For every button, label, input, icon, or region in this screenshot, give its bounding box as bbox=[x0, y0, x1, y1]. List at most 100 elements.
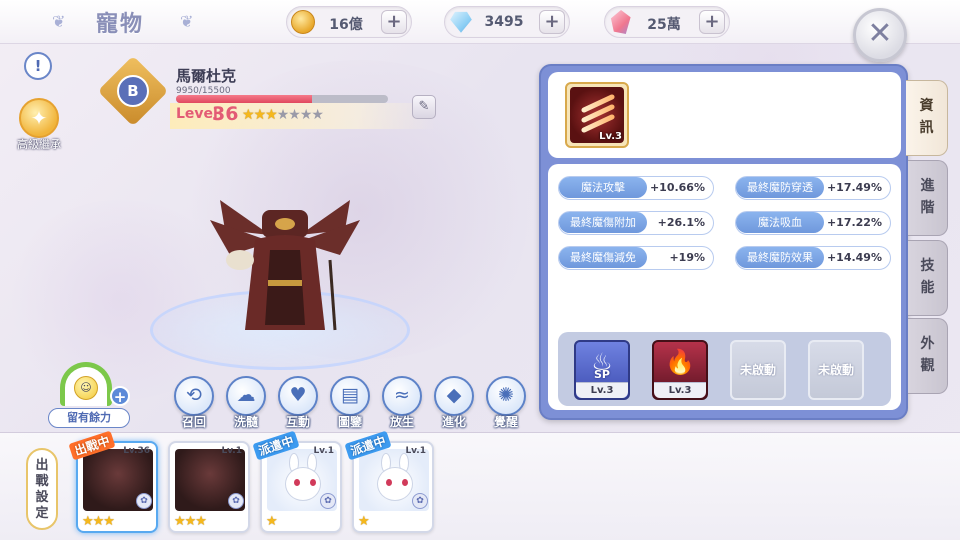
pet-slot[interactable]: Lv.1 ✿ ★ 派遣中 bbox=[344, 430, 434, 533]
star-rating: ★★★★★★★ bbox=[242, 107, 324, 123]
heart-icon: ♥ bbox=[278, 376, 318, 416]
advanced-inherit-label: 高級繼承 bbox=[17, 138, 61, 151]
stat-value: +14.49% bbox=[826, 251, 882, 264]
tab-appearance[interactable]: 外觀 bbox=[908, 318, 948, 394]
locked-label: 未啟動 bbox=[817, 363, 854, 377]
cleanse-button[interactable]: ☁ 洗髓 bbox=[222, 376, 270, 430]
smiley-icon: ☺ bbox=[74, 376, 98, 400]
slot-stars: ★ bbox=[358, 514, 370, 529]
rank-letter: B bbox=[117, 75, 149, 107]
crystal-value: 25萬 bbox=[647, 17, 681, 33]
evolve-icon: ◆ bbox=[434, 376, 474, 416]
stats-section: 魔法攻擊 +10.66% 最終魔防穿透 +17.49% 最終魔傷附加 +26.1… bbox=[548, 164, 901, 410]
add-gold-button[interactable]: + bbox=[381, 10, 407, 34]
pet-name: 馬爾杜克 bbox=[176, 67, 237, 85]
release-label: 放生 bbox=[389, 415, 414, 429]
top-bar: ❦ 寵物 ❦ 16億 + 3495 + 25萬 + bbox=[0, 0, 960, 44]
gear-icon: ✿ bbox=[412, 493, 428, 509]
slot-level: Lv.1 bbox=[313, 446, 334, 456]
recall-icon: ⟲ bbox=[174, 376, 214, 416]
pet-slot[interactable]: Lv.1 ✿ ★★★ bbox=[168, 441, 250, 533]
gear-icon: ✿ bbox=[136, 493, 152, 509]
skill-locked-slot[interactable]: 未啟動 bbox=[730, 340, 786, 400]
stat-name: 最終魔防效果 bbox=[736, 247, 824, 268]
pet-eye-emblem bbox=[275, 218, 295, 230]
wing-left-icon: ❦ bbox=[52, 12, 66, 31]
hp-bar-fill bbox=[176, 95, 313, 103]
stamina-meter[interactable]: ☺ + 留有餘力 bbox=[48, 362, 132, 428]
edit-name-button[interactable]: ✎ bbox=[412, 95, 436, 119]
stat-name: 最終魔防穿透 bbox=[736, 177, 824, 198]
add-stamina-button[interactable]: + bbox=[110, 386, 130, 406]
diamond-value: 3495 bbox=[484, 14, 524, 30]
gold-value: 16億 bbox=[329, 17, 363, 33]
slot-stars: ★★★ bbox=[82, 514, 115, 529]
release-icon: ≈ bbox=[382, 376, 422, 416]
awaken-button[interactable]: ✺ 覺醒 bbox=[482, 376, 530, 430]
cleanse-icon: ☁ bbox=[226, 376, 266, 416]
stat-row: 最終魔傷減免 +19% bbox=[558, 246, 714, 270]
deploy-settings-button[interactable]: 出戰設定 bbox=[26, 448, 58, 530]
pet-info-panel: Lv.3 魔法攻擊 +10.66% 最終魔防穿透 +17.49% 最終魔傷附加 … bbox=[539, 64, 908, 420]
tab-label: 進階 bbox=[920, 178, 935, 216]
star-empty-icon: ★ bbox=[276, 107, 290, 123]
slot-stars: ★ bbox=[266, 514, 278, 529]
stat-value: +10.66% bbox=[649, 181, 705, 194]
interact-button[interactable]: ♥ 互動 bbox=[274, 376, 322, 430]
stat-name: 最終魔傷減免 bbox=[559, 247, 647, 268]
tab-skills[interactable]: 技能 bbox=[908, 240, 948, 316]
skill-level: Lv.3 bbox=[654, 382, 706, 398]
star-empty-icon: ★ bbox=[288, 107, 301, 123]
pet-slot[interactable]: Lv.36 ✿ ★★★ 出戰中 bbox=[68, 430, 158, 533]
fire-up-icon: 🔥 bbox=[665, 348, 695, 376]
pet-card[interactable]: Lv.3 bbox=[565, 82, 629, 148]
stat-name: 魔法攻擊 bbox=[559, 177, 647, 198]
card-level: Lv.3 bbox=[599, 131, 622, 142]
skill-level: Lv.3 bbox=[576, 382, 628, 398]
interact-label: 互動 bbox=[285, 415, 310, 429]
skill-tray: ♨ SP Lv.3 🔥 Lv.3 未啟動 未啟動 bbox=[558, 332, 891, 406]
page-title: 寵物 bbox=[96, 12, 145, 37]
diamond-counter: 3495 + bbox=[444, 6, 570, 38]
diamond-icon bbox=[450, 11, 472, 33]
awaken-icon: ✺ bbox=[486, 376, 526, 416]
awaken-label: 覺醒 bbox=[493, 415, 518, 429]
star-empty-icon: ★ bbox=[299, 107, 313, 123]
advanced-inherit-button[interactable]: ✦ 高級繼承 bbox=[8, 98, 70, 152]
stat-row: 最終魔防穿透 +17.49% bbox=[735, 176, 891, 200]
pet-slot[interactable]: Lv.1 ✿ ★ 派遣中 bbox=[252, 430, 342, 533]
info-button[interactable]: ! bbox=[24, 52, 52, 80]
tab-advance[interactable]: 進階 bbox=[908, 160, 948, 236]
deploy-settings-label: 出戰設定 bbox=[35, 458, 49, 521]
evolve-button[interactable]: ◆ 進化 bbox=[430, 376, 478, 430]
close-button[interactable]: ✕ bbox=[853, 8, 907, 62]
slot-level: Lv.1 bbox=[405, 446, 426, 456]
codex-button[interactable]: ▤ 圖鑒 bbox=[326, 376, 374, 430]
locked-label: 未啟動 bbox=[739, 363, 776, 377]
gold-counter: 16億 + bbox=[286, 6, 412, 38]
add-crystal-button[interactable]: + bbox=[699, 10, 725, 34]
dna-icon: ✦ bbox=[19, 98, 59, 138]
gold-coin-icon bbox=[291, 10, 315, 34]
tab-label: 技能 bbox=[920, 258, 935, 296]
recall-button[interactable]: ⟲ 召回 bbox=[170, 376, 218, 430]
stat-value: +26.1% bbox=[657, 216, 705, 229]
skill-sp-slot[interactable]: ♨ SP Lv.3 bbox=[574, 340, 630, 400]
skill-fire-slot[interactable]: 🔥 Lv.3 bbox=[652, 340, 708, 400]
tab-label: 資訊 bbox=[919, 98, 934, 136]
stat-row: 最終魔防效果 +14.49% bbox=[735, 246, 891, 270]
star-filled-icon: ★ bbox=[253, 107, 267, 123]
stat-value: +19% bbox=[669, 251, 705, 264]
evolve-label: 進化 bbox=[441, 415, 466, 429]
stat-name: 最終魔傷附加 bbox=[559, 212, 647, 233]
add-diamond-button[interactable]: + bbox=[539, 10, 565, 34]
release-button[interactable]: ≈ 放生 bbox=[378, 376, 426, 430]
stat-row: 魔法吸血 +17.22% bbox=[735, 211, 891, 235]
star-empty-icon: ★ bbox=[311, 107, 324, 123]
crystal-icon bbox=[610, 10, 631, 34]
gear-icon: ✿ bbox=[320, 493, 336, 509]
skill-locked-slot[interactable]: 未啟動 bbox=[808, 340, 864, 400]
tab-info[interactable]: 資訊 bbox=[906, 80, 948, 156]
gear-icon: ✿ bbox=[228, 493, 244, 509]
wing-right-icon: ❦ bbox=[180, 12, 194, 31]
